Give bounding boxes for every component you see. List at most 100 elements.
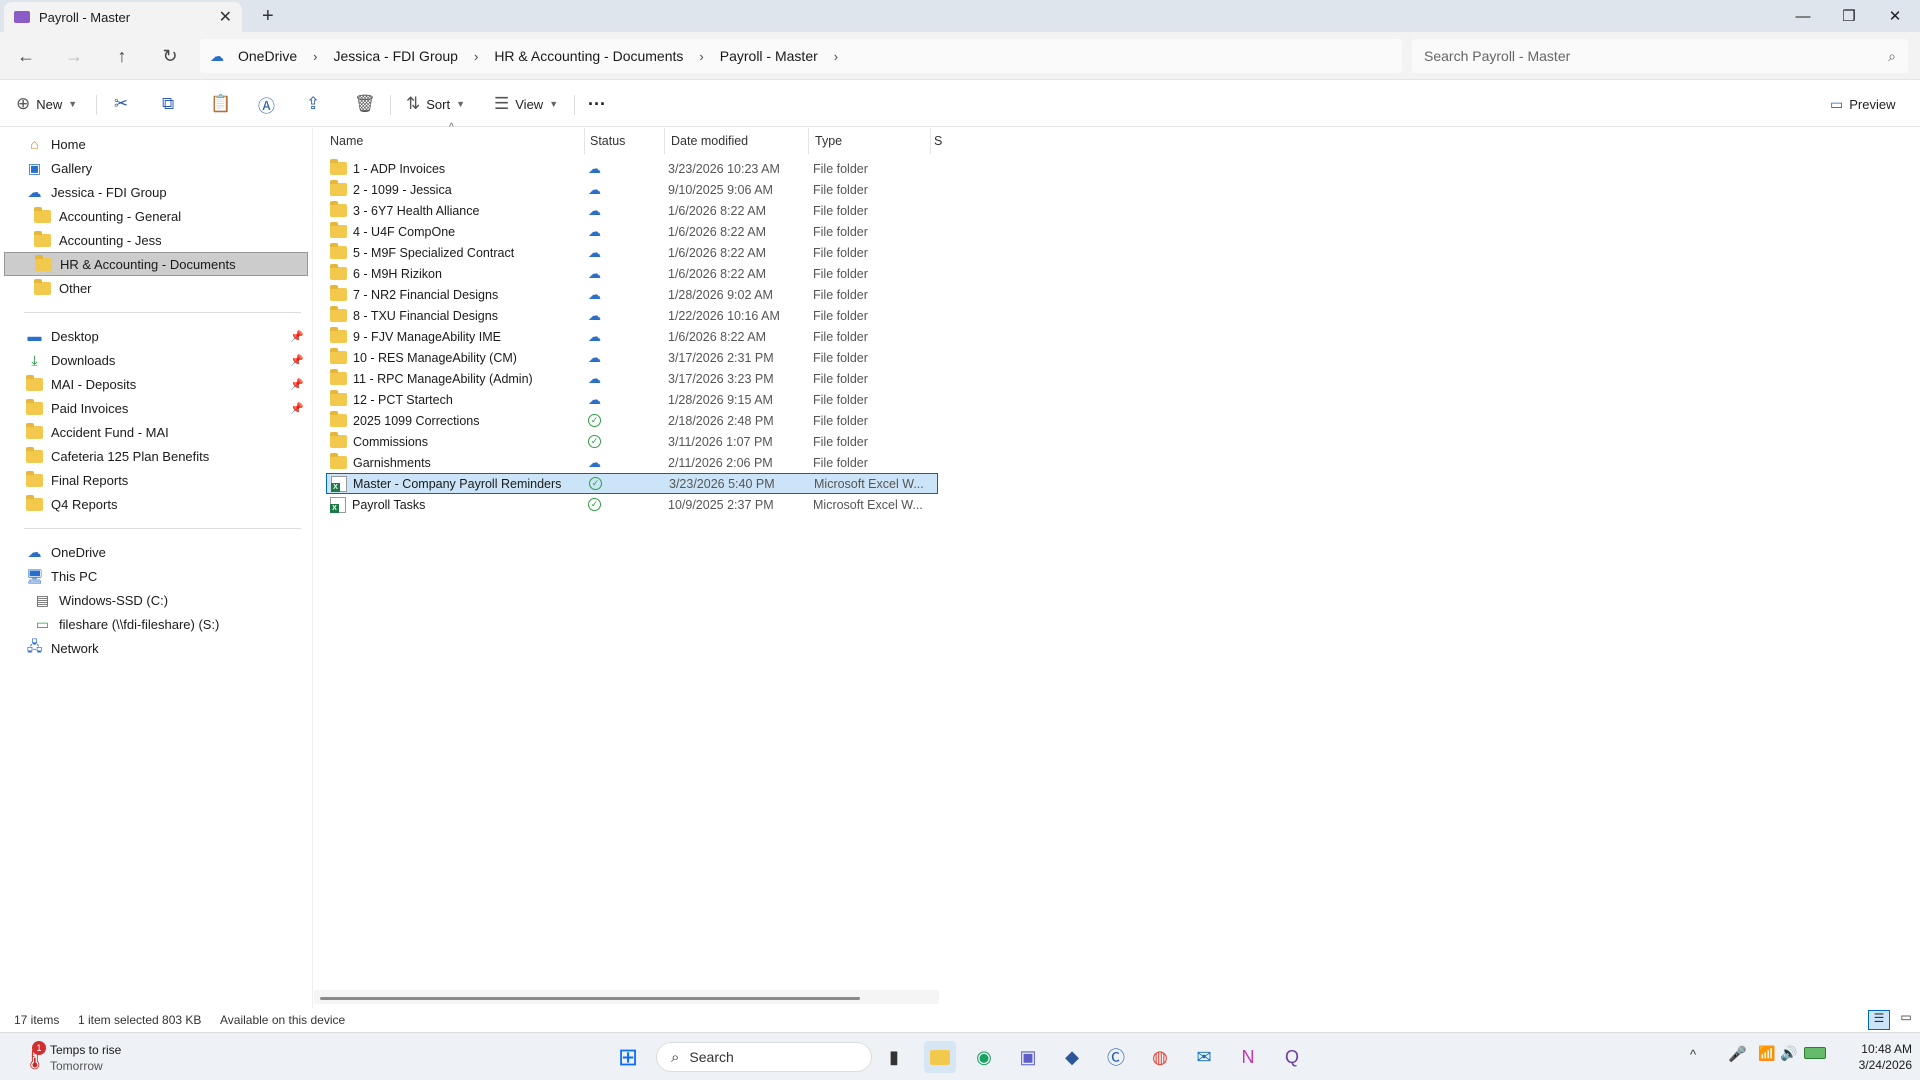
new-button[interactable]: ⊕ New ▼	[16, 89, 77, 119]
sidebar-item[interactable]: ⤓ Downloads 📌	[26, 348, 308, 372]
close-window-button[interactable]: ✕	[1872, 0, 1918, 32]
more-options-button[interactable]: ···	[588, 89, 606, 119]
file-row[interactable]: 4 - U4F CompOne ☁ 1/6/2026 8:22 AM File fol…	[326, 221, 938, 242]
file-row[interactable]: Commissions ✓ 3/11/2026 1:07 PM File folder	[326, 431, 938, 452]
column-header-status[interactable]: Status	[590, 128, 625, 154]
column-divider[interactable]	[808, 128, 809, 154]
sidebar-item[interactable]: ☁ OneDrive	[26, 540, 308, 564]
forward-icon[interactable]: →	[60, 42, 88, 70]
file-row[interactable]: 2025 1099 Corrections ✓ 2/18/2026 2:48 PM F…	[326, 410, 938, 431]
sidebar-item[interactable]: ▤ Windows-SSD (C:)	[34, 588, 308, 612]
sidebar-item[interactable]: MAI - Deposits 📌	[26, 372, 308, 396]
breadcrumb-payroll-master[interactable]: Payroll - Master	[710, 48, 828, 64]
share-button[interactable]: ⇪	[306, 89, 320, 119]
chrome-icon[interactable]: ◍	[1144, 1041, 1176, 1073]
file-row[interactable]: 8 - TXU Financial Designs ☁ 1/22/2026 10:1…	[326, 305, 938, 326]
column-header-type[interactable]: Type	[815, 128, 842, 154]
sidebar-item[interactable]: Paid Invoices 📌	[26, 396, 308, 420]
back-icon[interactable]: ←	[12, 42, 40, 70]
refresh-icon[interactable]: ↻	[156, 42, 184, 70]
volume-icon[interactable]: 🔊	[1780, 1045, 1797, 1062]
paste-button[interactable]: 📋	[210, 89, 231, 119]
onenote-icon[interactable]: N	[1232, 1041, 1264, 1073]
cut-button[interactable]: ✂	[114, 89, 128, 119]
delete-button[interactable]: 🗑	[354, 89, 376, 119]
file-row[interactable]: 7 - NR2 Financial Designs ☁ 1/28/2026 9:02…	[326, 284, 938, 305]
file-row[interactable]: 9 - FJV ManageAbility IME ☁ 1/6/2026 8:22 …	[326, 326, 938, 347]
tab-payroll-master[interactable]: Payroll - Master ✕	[4, 2, 242, 32]
wifi-icon[interactable]: 📶	[1758, 1045, 1775, 1062]
sidebar-item[interactable]: HR & Accounting - Documents	[4, 252, 308, 276]
file-row[interactable]: 12 - PCT Startech ☁ 1/28/2026 9:15 AM File …	[326, 389, 938, 410]
horizontal-scrollbar[interactable]	[314, 990, 939, 1004]
sort-button[interactable]: ⇅ Sort ▼	[406, 89, 465, 119]
browser-c-icon[interactable]: Ⓒ	[1100, 1041, 1132, 1073]
chevron-right-icon[interactable]: ›	[693, 49, 709, 64]
weather-widget[interactable]: 🌡 1 Temps to rise Tomorrow	[18, 1041, 158, 1075]
column-header-name[interactable]: Name	[330, 128, 363, 154]
file-row[interactable]: 3 - 6Y7 Health Alliance ☁ 1/6/2026 8:22 AM…	[326, 200, 938, 221]
scrollbar-thumb[interactable]	[320, 997, 860, 1000]
file-row[interactable]: Payroll Tasks ✓ 10/9/2025 2:37 PM Microsoft…	[326, 494, 938, 515]
search-input[interactable]: Search Payroll - Master ⌕	[1412, 39, 1908, 73]
sidebar-item[interactable]: Q4 Reports	[26, 492, 308, 516]
column-divider[interactable]	[664, 128, 665, 154]
copy-button[interactable]: ⧉	[162, 89, 174, 119]
remote-app-icon[interactable]: ◆	[1056, 1041, 1088, 1073]
address-bar[interactable]: ☁ OneDrive › Jessica - FDI Group › HR & …	[200, 39, 1402, 73]
sidebar-item[interactable]: ▬ Desktop 📌	[26, 324, 308, 348]
sidebar-item[interactable]: Cafeteria 125 Plan Benefits	[26, 444, 308, 468]
breadcrumb-hr-accounting[interactable]: HR & Accounting - Documents	[484, 48, 693, 64]
rename-button[interactable]: Ⓐ	[258, 89, 275, 119]
file-row[interactable]: 10 - RES ManageAbility (CM) ☁ 3/17/2026 2:…	[326, 347, 938, 368]
sidebar-item[interactable]: ⌂ Home	[26, 132, 308, 156]
app-q-icon[interactable]: Q	[1276, 1041, 1308, 1073]
details-view-icon[interactable]: ☰	[1868, 1010, 1890, 1030]
outlook-icon[interactable]: ✉	[1188, 1041, 1220, 1073]
chevron-right-icon[interactable]: ›	[468, 49, 484, 64]
sidebar-item[interactable]: Accident Fund - MAI	[26, 420, 308, 444]
sidebar-item[interactable]: Other	[34, 276, 308, 300]
tiles-view-icon[interactable]: ▭	[1896, 1010, 1916, 1030]
preview-button[interactable]: ▭ Preview	[1830, 89, 1895, 119]
file-row[interactable]: 6 - M9H Rizikon ☁ 1/6/2026 8:22 AM File fol…	[326, 263, 938, 284]
file-explorer-icon[interactable]	[924, 1041, 956, 1073]
sidebar-item[interactable]: ☁ Jessica - FDI Group	[26, 180, 308, 204]
edge-icon[interactable]: ◉	[968, 1041, 1000, 1073]
task-view-icon[interactable]: ▮	[878, 1041, 910, 1073]
sidebar-item[interactable]: ▭ fileshare (\\fdi-fileshare) (S:)	[34, 612, 308, 636]
sidebar-item[interactable]: Accounting - Jess	[34, 228, 308, 252]
breadcrumb-onedrive[interactable]: OneDrive	[228, 48, 307, 64]
column-divider[interactable]	[584, 128, 585, 154]
file-row[interactable]: 5 - M9F Specialized Contract ☁ 1/6/2026 8:…	[326, 242, 938, 263]
file-row[interactable]: Master - Company Payroll Reminders ✓ 3/23/…	[326, 473, 938, 494]
sidebar-item[interactable]: 🖧 Network	[26, 636, 308, 660]
battery-icon[interactable]	[1804, 1047, 1826, 1059]
sidebar-item[interactable]: 🖥 This PC	[26, 564, 308, 588]
maximize-button[interactable]: ❒	[1826, 0, 1872, 32]
column-header-size[interactable]: S	[934, 128, 942, 154]
up-icon[interactable]: ↑	[108, 42, 136, 70]
breadcrumb-jessica[interactable]: Jessica - FDI Group	[323, 48, 467, 64]
tab-close-icon[interactable]: ✕	[219, 7, 232, 27]
teams-icon[interactable]: ▣	[1012, 1041, 1044, 1073]
pane-divider[interactable]	[312, 128, 313, 1008]
taskbar-search[interactable]: ⌕ Search	[656, 1042, 872, 1072]
windows-start-icon[interactable]: ⊞	[612, 1041, 644, 1073]
sidebar-item[interactable]: Accounting - General	[34, 204, 308, 228]
sidebar-item[interactable]: Final Reports	[26, 468, 308, 492]
clock[interactable]: 10:48 AM 3/24/2026	[1844, 1041, 1912, 1073]
file-row[interactable]: 2 - 1099 - Jessica ☁ 9/10/2025 9:06 AM File…	[326, 179, 938, 200]
column-divider[interactable]	[930, 128, 931, 154]
chevron-right-icon[interactable]: ›	[307, 49, 323, 64]
chevron-up-icon[interactable]: ^	[1690, 1047, 1696, 1062]
file-row[interactable]: 1 - ADP Invoices ☁ 3/23/2026 10:23 AM File …	[326, 158, 938, 179]
new-tab-button[interactable]: +	[262, 5, 274, 28]
column-header-date[interactable]: Date modified	[671, 128, 748, 154]
sidebar-item[interactable]: ▣ Gallery	[26, 156, 308, 180]
microphone-icon[interactable]: 🎤	[1728, 1045, 1747, 1063]
chevron-right-icon[interactable]: ›	[828, 49, 844, 64]
view-button[interactable]: ☰ View ▼	[494, 89, 558, 119]
minimize-button[interactable]: —	[1780, 0, 1826, 32]
file-row[interactable]: Garnishments ☁ 2/11/2026 2:06 PM File folde…	[326, 452, 938, 473]
